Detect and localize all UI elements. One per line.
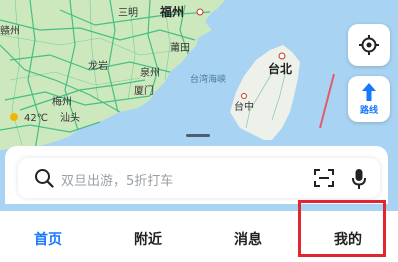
taichung-marker — [241, 93, 247, 99]
tab-nearby[interactable]: 附近 — [134, 229, 162, 249]
search-placeholder: 双旦出游，5折打车 — [61, 174, 174, 189]
tab-messages[interactable]: 消息 — [234, 229, 262, 249]
route-button[interactable]: 路线 — [348, 76, 390, 122]
drag-handle[interactable] — [186, 134, 210, 137]
microphone-icon[interactable] — [352, 168, 366, 190]
highlight-box — [298, 200, 386, 257]
weather-marker — [10, 113, 18, 121]
map-label-fuzhou: 福州 — [159, 4, 184, 19]
map-label-ganzhou: 赣州 — [0, 24, 20, 37]
map-label-sanming: 三明 — [118, 7, 138, 19]
map-label-meizhou: 梅州 — [52, 95, 72, 108]
search-card: 双旦出游，5折打车 — [5, 146, 388, 204]
scan-icon[interactable] — [314, 169, 334, 187]
route-label: 路线 — [359, 106, 378, 116]
search-icon — [35, 169, 54, 188]
map-label-longyan: 龙岩 — [88, 59, 108, 72]
map-label-weather: 42℃ — [24, 113, 48, 124]
crosshair-icon — [359, 35, 379, 55]
map-label-taiwan-strait: 台湾海峡 — [190, 73, 226, 85]
tab-home[interactable]: 首页 — [34, 229, 62, 249]
map-label-putian: 莆田 — [170, 41, 190, 54]
map-label-xiamen: 厦门 — [134, 84, 154, 97]
map-label-shantou: 汕头 — [60, 112, 80, 124]
arrow-up-icon — [362, 83, 376, 101]
fuzhou-marker — [196, 8, 204, 16]
taipei-marker — [278, 52, 286, 60]
map-label-taichung: 台中 — [234, 100, 254, 113]
map-label-taipei: 台北 — [268, 61, 292, 76]
search-bar[interactable]: 双旦出游，5折打车 — [18, 158, 380, 198]
locate-button[interactable] — [348, 24, 390, 66]
map-label-quanzhou: 泉州 — [140, 66, 160, 79]
